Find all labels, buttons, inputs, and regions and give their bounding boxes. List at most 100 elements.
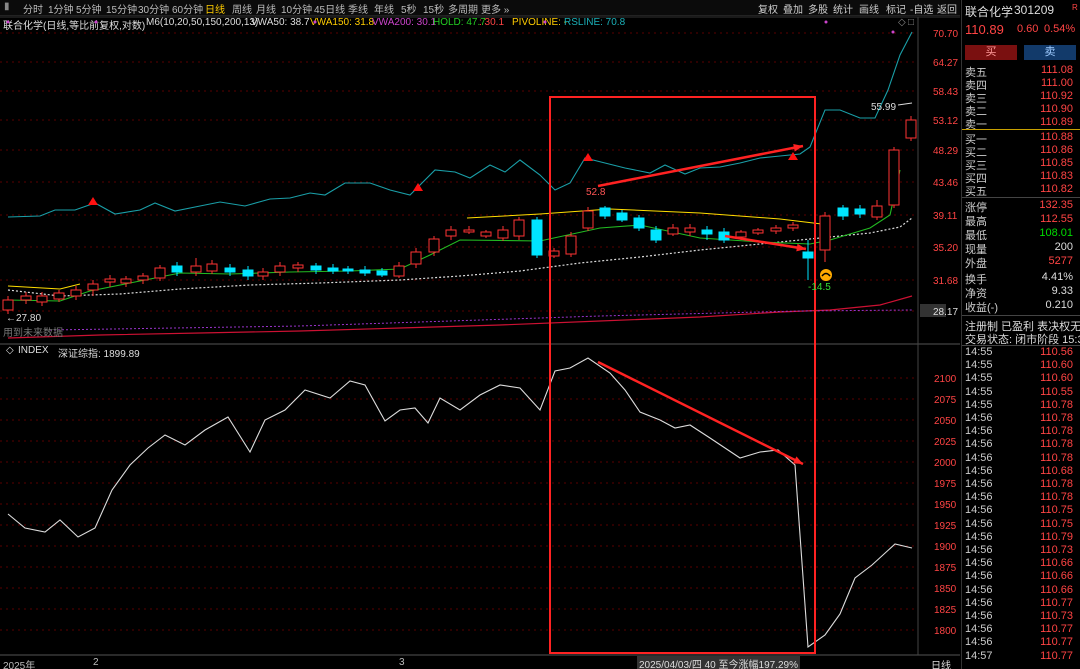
x-axis-year: 2025年 (3, 661, 36, 669)
row-label: 外盘 (965, 258, 987, 270)
warning-icon (820, 269, 832, 281)
row-value: 110.75 (1040, 517, 1073, 530)
row-value: 110.77 (1040, 636, 1073, 649)
row-value: 9.33 (1051, 285, 1073, 297)
row-label: 14:56 (965, 530, 993, 543)
index-toggle-icon[interactable]: ◇ (6, 345, 14, 358)
price-tick: 70.70 (933, 29, 958, 40)
candle-body (854, 208, 866, 215)
pivot-label: 52.8 (586, 187, 606, 198)
long-ma-line (7, 295, 913, 339)
candle-body (871, 205, 883, 218)
signal-marker (88, 197, 98, 205)
trend-arrow-index (597, 360, 804, 466)
index-line (7, 357, 913, 649)
stock-code: 301209 (1014, 3, 1055, 17)
bid-row: 买五 110.82 (962, 183, 1080, 198)
stat-row: 涨停 132.35 (962, 199, 1080, 214)
candle-body (837, 207, 849, 217)
tick-row: 14:56 110.75 (962, 518, 1080, 531)
bid-row: 买三 110.85 (962, 157, 1080, 172)
candle-body (599, 207, 611, 217)
row-value: 110.90 (1040, 103, 1073, 115)
tick-row: 14:56 110.78 (962, 452, 1080, 465)
row-value: 111.08 (1040, 64, 1073, 76)
candle-body (888, 149, 900, 206)
row-value: 110.56 (1040, 346, 1073, 358)
row-label: 14:55 (965, 372, 993, 385)
row-label: 14:56 (965, 491, 993, 504)
candle-body (137, 275, 149, 281)
x-axis-feb: 2 (93, 657, 99, 668)
candle-body (20, 295, 32, 301)
index-tick: 1925 (934, 521, 957, 532)
row-value: 110.86 (1040, 144, 1073, 156)
row-label: 14:56 (965, 504, 993, 517)
candle-body (497, 229, 509, 239)
index-value: 深证综指: 1899.89 (58, 349, 140, 360)
row-value: 110.78 (1040, 491, 1073, 504)
candle-body (905, 119, 917, 139)
row-value: 110.73 (1040, 544, 1073, 556)
ask-row: 卖三 110.92 (962, 90, 1080, 105)
row-value: 108.01 (1039, 227, 1073, 239)
row-value: 110.66 (1040, 557, 1073, 570)
marker-dot (94, 20, 98, 24)
candle-body (190, 265, 202, 273)
tick-row: 14:56 110.78 (962, 478, 1080, 491)
price-tick: 39.11 (933, 211, 958, 222)
candle-body (463, 229, 475, 233)
marker-dot (891, 30, 895, 34)
price-and-index-charts[interactable]: 70.70 64.27 58.43 53.12 48.29 43.46 39.11 35.20… (0, 0, 960, 669)
cursor-date-info: 2025/04/03/四 40 至今涨幅197.29% (637, 656, 800, 669)
row-label: 14:55 (965, 346, 993, 358)
price-tick: 43.46 (933, 178, 958, 189)
candle-body (701, 229, 713, 235)
row-value: 110.75 (1040, 504, 1073, 517)
row-value: 110.78 (1040, 425, 1073, 438)
row-label: 14:56 (965, 636, 993, 649)
tick-row: 14:56 110.68 (962, 465, 1080, 478)
tick-row: 14:55 110.78 (962, 399, 1080, 412)
row-value: 110.92 (1040, 90, 1073, 102)
tick-row: 14:56 110.73 (962, 610, 1080, 623)
candle-body (154, 267, 166, 279)
row-label: 14:55 (965, 359, 993, 372)
row-value: 110.85 (1040, 157, 1073, 169)
tick-row: 14:55 110.56 (962, 346, 1080, 359)
stat-row: 换手 4.41% (962, 271, 1080, 286)
tick-row: 14:56 110.78 (962, 438, 1080, 451)
rs-line (7, 31, 913, 218)
quote-panel: 联合化学 301209 R 110.89 0.60 0.54% 买 卖 卖五 11… (961, 0, 1080, 669)
index-tick: 1975 (934, 479, 957, 490)
candle-body (752, 229, 764, 234)
candle-body (633, 217, 645, 229)
row-label: 14:56 (965, 544, 993, 556)
candle-body (393, 265, 405, 277)
candle-body (616, 212, 628, 221)
price-tick: 35.20 (933, 243, 958, 254)
row-label: 14:56 (965, 464, 993, 477)
signal-marker (788, 152, 798, 160)
candle-body (787, 224, 799, 229)
row-value: 110.78 (1040, 478, 1073, 490)
candle-body (327, 267, 339, 272)
index-tick: 1850 (934, 584, 957, 595)
last-price: 110.89 (965, 22, 1004, 37)
stat-row: 净资 9.33 (962, 285, 1080, 300)
row-value: 110.66 (1040, 570, 1073, 583)
row-label: 14:56 (965, 451, 993, 464)
row-label: 14:56 (965, 570, 993, 583)
ask-row: 卖二 110.90 (962, 103, 1080, 118)
tick-row: 14:56 110.78 (962, 491, 1080, 504)
high-price-label: 55.99 (871, 102, 897, 113)
buy-button[interactable]: 买 (965, 45, 1017, 60)
minus-label: -14.5 (808, 282, 831, 293)
tick-row: 14:56 110.75 (962, 504, 1080, 517)
candle-body (342, 268, 354, 272)
sell-button[interactable]: 卖 (1024, 45, 1076, 60)
price-tick: 28.17 (933, 307, 958, 318)
row-value: 110.78 (1040, 451, 1073, 464)
period-label[interactable]: 日线 (931, 657, 951, 669)
row-label: 14:56 (965, 438, 993, 451)
